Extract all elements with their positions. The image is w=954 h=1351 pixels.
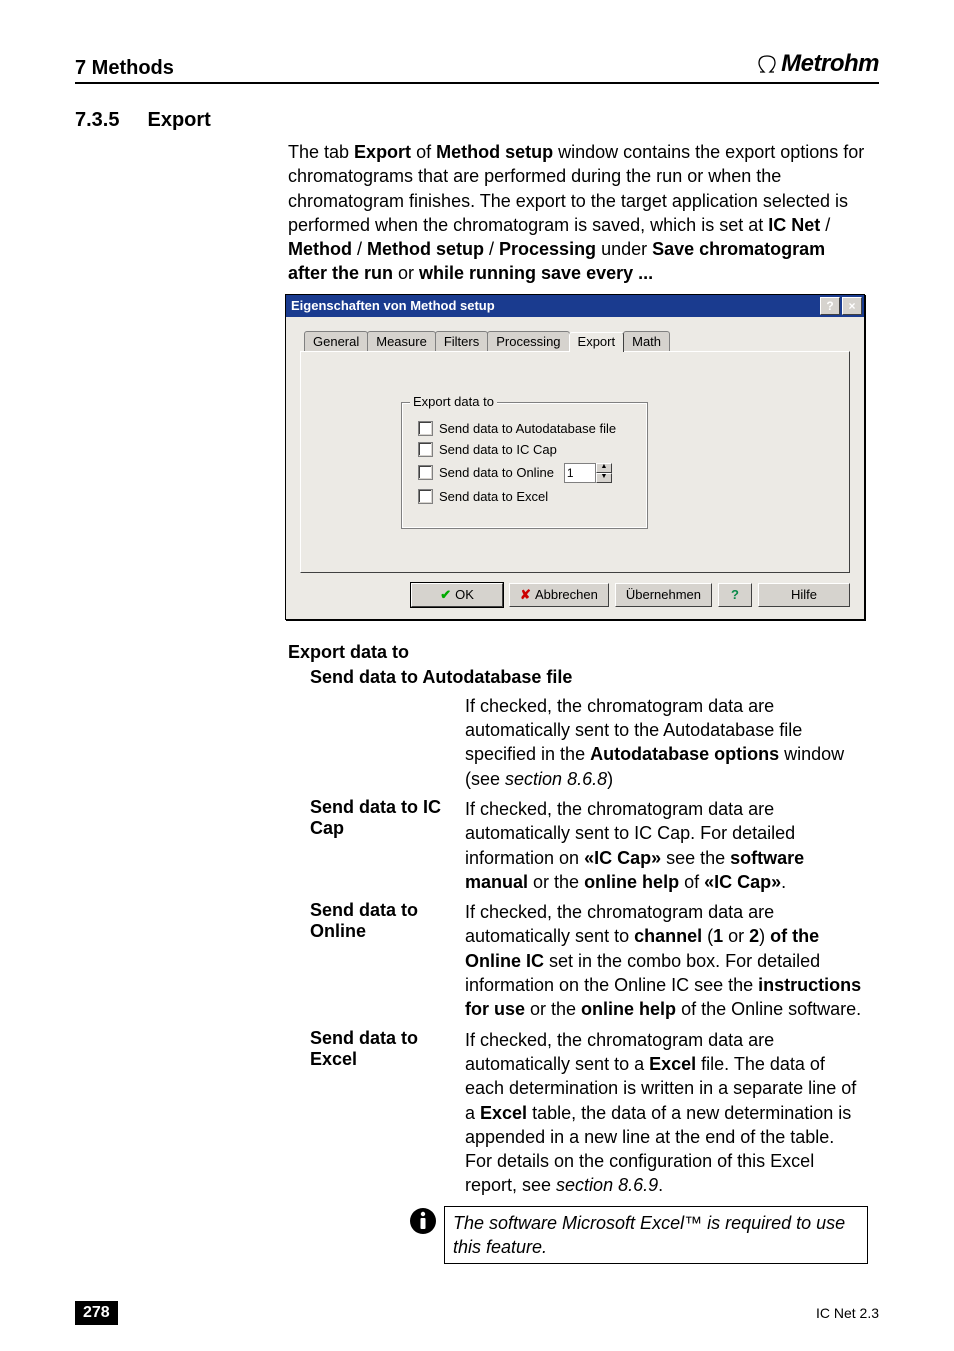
checkbox-iccap[interactable] [418,442,433,457]
checkbox-autodb[interactable] [418,421,433,436]
footer-product: IC Net 2.3 [816,1305,879,1321]
apply-button[interactable]: Übernehmen [615,583,712,607]
cancel-button[interactable]: ✘Abbrechen [509,583,609,607]
info-icon [408,1206,444,1241]
dialog-title: Eigenschaften von Method setup [291,298,820,313]
titlebar-close-button[interactable]: × [842,297,862,315]
param-excel-desc: If checked, the chromatogram data are au… [465,1028,868,1198]
checkbox-iccap-label: Send data to IC Cap [439,442,557,457]
checkbox-excel[interactable] [418,489,433,504]
tab-filters[interactable]: Filters [435,331,488,351]
method-setup-dialog: Eigenschaften von Method setup ? × Gener… [285,294,865,620]
tab-processing[interactable]: Processing [487,331,569,351]
ok-button[interactable]: ✔OK [411,583,503,607]
titlebar-help-button[interactable]: ? [820,297,840,315]
tab-general[interactable]: General [304,331,368,351]
help-icon-button[interactable]: ? [718,583,752,607]
param-autodb-desc: If checked, the chromatogram data are au… [465,694,868,791]
x-icon: ✘ [520,587,531,603]
page-number: 278 [75,1301,118,1325]
param-heading: Export data to [288,642,868,663]
param-autodb-key: Send data to Autodatabase file [310,667,868,688]
check-icon: ✔ [440,587,451,603]
tab-export[interactable]: Export [569,332,625,352]
spinner-down[interactable]: ▼ [596,473,612,483]
header-chapter: 7 Methods [75,57,174,80]
groupbox-title: Export data to [410,394,497,409]
section-title: Export [147,109,210,132]
checkbox-online-label: Send data to Online [439,465,554,480]
dialog-titlebar: Eigenschaften von Method setup ? × [286,295,864,317]
param-online-key: Send data to Online [310,900,465,1021]
question-icon: ? [731,587,739,602]
intro-paragraph: The tab Export of Method setup window co… [288,140,868,286]
online-channel-spinner[interactable]: ▲▼ [564,463,612,483]
section-number: 7.3.5 [75,109,119,132]
checkbox-excel-label: Send data to Excel [439,489,548,504]
tab-math[interactable]: Math [623,331,670,351]
param-excel-key: Send data to Excel [310,1028,465,1198]
excel-note: The software Microsoft Excel™ is require… [444,1206,868,1265]
checkbox-autodb-label: Send data to Autodatabase file [439,421,616,436]
checkbox-online[interactable] [418,465,433,480]
param-iccap-key: Send data to IC Cap [310,797,465,894]
spinner-up[interactable]: ▲ [596,463,612,473]
param-iccap-desc: If checked, the chromatogram data are au… [465,797,868,894]
param-online-desc: If checked, the chromatogram data are au… [465,900,868,1021]
online-channel-input[interactable] [564,463,596,483]
omega-icon [756,54,778,74]
brand-logo: Metrohm [756,50,879,78]
tab-measure[interactable]: Measure [367,331,436,351]
brand-text: Metrohm [781,50,879,78]
export-data-to-group: Export data to Send data to Autodatabase… [401,402,648,529]
help-button[interactable]: Hilfe [758,583,850,607]
